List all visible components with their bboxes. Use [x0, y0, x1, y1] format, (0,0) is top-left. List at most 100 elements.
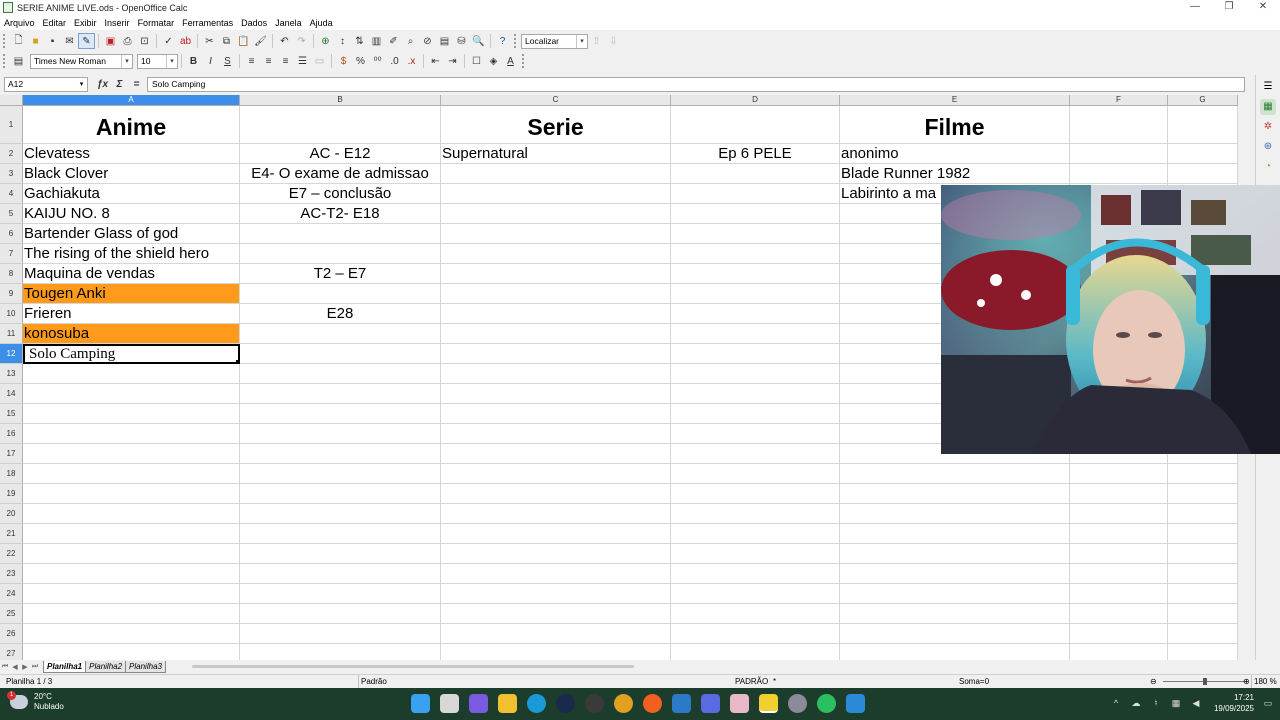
cell-c27[interactable] [441, 644, 671, 660]
menu-exibir[interactable]: Exibir [70, 18, 101, 28]
cell-b1[interactable] [240, 106, 441, 144]
cell-a24[interactable] [23, 584, 240, 604]
last-sheet-icon[interactable]: ⏭ [30, 663, 40, 671]
cell-a23[interactable] [23, 564, 240, 584]
decrease-indent-icon[interactable]: ⇤ [427, 53, 444, 69]
hyperlink-icon[interactable]: ⊕ [317, 33, 334, 49]
row-header-26[interactable]: 26 [0, 624, 23, 644]
cell-a11[interactable]: konosuba [23, 324, 240, 344]
cell-a4[interactable]: Gachiakuta [23, 184, 240, 204]
cell-f26[interactable] [1070, 624, 1168, 644]
navigator-panel-icon[interactable]: ◔ [1260, 159, 1276, 175]
underline-icon[interactable]: S [219, 53, 236, 69]
chevron-down-icon[interactable]: ▾ [576, 34, 587, 48]
row-header-6[interactable]: 6 [0, 224, 23, 244]
cell-d24[interactable] [671, 584, 840, 604]
cell-e18[interactable] [840, 464, 1070, 484]
cell-d10[interactable] [671, 304, 840, 324]
cell-b23[interactable] [240, 564, 441, 584]
cell-a22[interactable] [23, 544, 240, 564]
cell-f3[interactable] [1070, 164, 1168, 184]
row-header-1[interactable]: 1 [0, 106, 23, 144]
cell-c6[interactable] [441, 224, 671, 244]
cell-a8[interactable]: Maquina de vendas [23, 264, 240, 284]
notifications-icon[interactable]: ▭ [1262, 698, 1274, 708]
prev-sheet-icon[interactable]: ◀ [10, 663, 20, 671]
volume-icon[interactable]: ◀ [1190, 698, 1202, 708]
row-header-12[interactable]: 12 [0, 344, 23, 364]
toolbar-grip[interactable] [3, 54, 7, 68]
cell-b17[interactable] [240, 444, 441, 464]
cell-a19[interactable] [23, 484, 240, 504]
new-document-icon[interactable]: 🗋 [10, 33, 27, 49]
toolbar-grip[interactable] [3, 34, 7, 48]
cell-b9[interactable] [240, 284, 441, 304]
cell-b6[interactable] [240, 224, 441, 244]
sticky-notes-icon[interactable] [759, 694, 778, 713]
formula-input[interactable]: Solo Camping [147, 76, 1245, 92]
save-icon[interactable]: ▪ [44, 33, 61, 49]
cell-g18[interactable] [1168, 464, 1238, 484]
cell-d21[interactable] [671, 524, 840, 544]
windows-start-icon[interactable] [411, 694, 430, 713]
copilot-icon[interactable] [469, 694, 488, 713]
sort-ascending-icon[interactable]: ↕ [334, 33, 351, 49]
cell-f24[interactable] [1070, 584, 1168, 604]
font-size-select[interactable]: 10 ▾ [137, 53, 178, 69]
settings-icon[interactable] [788, 694, 807, 713]
cell-a27[interactable] [23, 644, 240, 660]
cell-g25[interactable] [1168, 604, 1238, 624]
chrome-icon[interactable] [614, 694, 633, 713]
copy-icon[interactable]: ⧉ [218, 33, 235, 49]
firefox-icon[interactable] [643, 694, 662, 713]
cell-a20[interactable] [23, 504, 240, 524]
sort-descending-icon[interactable]: ⇅ [351, 33, 368, 49]
cell-a1[interactable]: Anime [23, 106, 240, 144]
row-header-22[interactable]: 22 [0, 544, 23, 564]
cell-e21[interactable] [840, 524, 1070, 544]
horizontal-scrollbar[interactable] [192, 665, 634, 668]
cell-d11[interactable] [671, 324, 840, 344]
zoom-in-icon[interactable]: ⊕ [1243, 675, 1250, 688]
cell-f1[interactable] [1070, 106, 1168, 144]
cell-b13[interactable] [240, 364, 441, 384]
cell-g19[interactable] [1168, 484, 1238, 504]
column-header-e[interactable]: E [840, 95, 1070, 106]
game-app-icon[interactable] [730, 694, 749, 713]
cell-d9[interactable] [671, 284, 840, 304]
cell-e20[interactable] [840, 504, 1070, 524]
cell-d17[interactable] [671, 444, 840, 464]
cell-c5[interactable] [441, 204, 671, 224]
data-sources-icon[interactable]: ⛁ [453, 33, 470, 49]
cell-a18[interactable] [23, 464, 240, 484]
task-view-icon[interactable] [440, 694, 459, 713]
obs-icon[interactable] [585, 694, 604, 713]
paste-icon[interactable]: 📋 [235, 33, 252, 49]
cell-e25[interactable] [840, 604, 1070, 624]
properties-icon[interactable]: ▦ [1260, 99, 1276, 115]
row-header-23[interactable]: 23 [0, 564, 23, 584]
file-explorer-icon[interactable] [498, 694, 517, 713]
row-header-4[interactable]: 4 [0, 184, 23, 204]
row-header-9[interactable]: 9 [0, 284, 23, 304]
cell-b25[interactable] [240, 604, 441, 624]
row-header-27[interactable]: 27 [0, 644, 23, 660]
sum-icon[interactable]: Σ [111, 79, 128, 90]
cell-d23[interactable] [671, 564, 840, 584]
cell-a17[interactable] [23, 444, 240, 464]
cell-b2[interactable]: AC - E12 [240, 144, 441, 164]
cell-g21[interactable] [1168, 524, 1238, 544]
cell-g20[interactable] [1168, 504, 1238, 524]
cell-c19[interactable] [441, 484, 671, 504]
cell-d19[interactable] [671, 484, 840, 504]
styles-panel-icon[interactable]: ✲ [1260, 119, 1276, 135]
cell-g22[interactable] [1168, 544, 1238, 564]
cell-d7[interactable] [671, 244, 840, 264]
name-box[interactable]: A12 ▾ [4, 76, 88, 92]
discord-icon[interactable] [701, 694, 720, 713]
select-all-corner[interactable] [0, 95, 23, 106]
menu-editar[interactable]: Editar [39, 18, 71, 28]
row-header-17[interactable]: 17 [0, 444, 23, 464]
cell-g3[interactable] [1168, 164, 1238, 184]
row-header-19[interactable]: 19 [0, 484, 23, 504]
